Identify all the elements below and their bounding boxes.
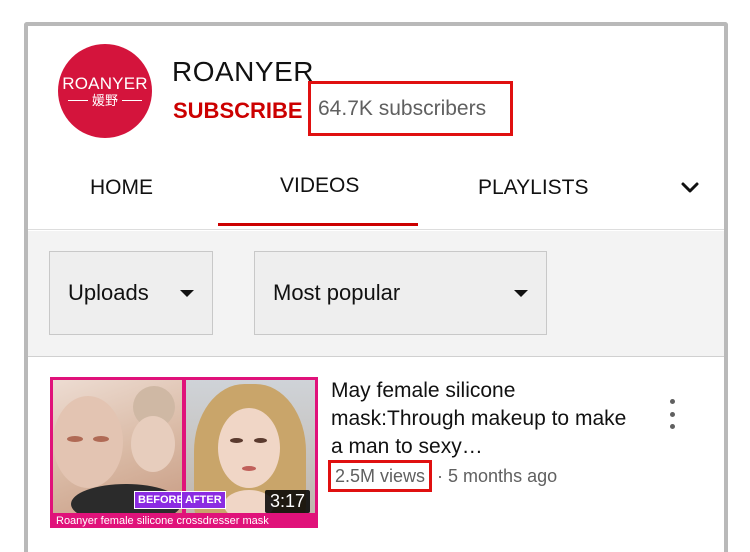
chevron-down-icon[interactable] [678,176,702,200]
face-shape [131,416,175,472]
sort-dropdown-label: Most popular [273,280,401,305]
thumbnail-caption: Roanyer female silicone crossdresser mas… [50,513,318,528]
sort-dropdown[interactable]: Most popular [254,251,547,335]
uploads-dropdown[interactable]: Uploads [49,251,213,335]
eye-shape [93,436,109,442]
tab-playlists[interactable]: PLAYLISTS [478,176,589,200]
video-list-item: BEFORE AFTER 3:17 Roanyer female silicon… [28,357,724,552]
more-dot [669,424,675,429]
uploads-dropdown-label: Uploads [68,280,149,305]
subscriber-count: 64.7K subscribers [318,96,487,120]
channel-page: ROANYER 媛野 ROANYER SUBSCRIBE 64.7K subsc… [24,22,728,552]
view-count: 2.5M views [335,465,426,486]
meta-separator: · [437,465,444,486]
avatar-sub-row: 媛野 [67,93,142,108]
tab-videos[interactable]: VIDEOS [280,174,359,198]
eye-shape [230,438,243,443]
caret-down-icon [514,289,528,297]
subscriber-count-highlight: 64.7K subscribers [308,81,513,136]
channel-name: ROANYER [172,56,314,87]
avatar-divider [122,100,142,101]
subscribe-button[interactable]: SUBSCRIBE [173,98,303,124]
filter-bar: Uploads Most popular [28,231,724,356]
video-meta: 2.5M views · 5 months ago [328,460,557,492]
video-title[interactable]: May female silicone mask:Through makeup … [331,377,631,461]
eye-shape [254,438,267,443]
tabs-divider [28,229,724,230]
upload-age: 5 months ago [448,465,558,486]
after-label: AFTER [181,491,226,509]
selected-tab-indicator [218,223,418,226]
more-dot [669,411,675,417]
caret-down-icon [180,289,194,297]
channel-avatar[interactable]: ROANYER 媛野 [58,44,152,138]
eye-shape [67,436,83,442]
before-label: BEFORE [134,491,188,509]
video-duration: 3:17 [264,490,310,513]
lips-shape [242,466,256,471]
avatar-brand-text: ROANYER [62,74,148,93]
more-dot [669,399,675,404]
mask-face-shape [53,396,123,488]
avatar-cjk-text: 媛野 [91,93,118,108]
tab-home[interactable]: HOME [90,176,153,200]
views-highlight: 2.5M views [328,460,433,492]
avatar-divider [67,100,88,101]
video-thumbnail[interactable]: BEFORE AFTER 3:17 Roanyer female silicon… [50,377,318,528]
face-shape [218,408,280,488]
more-options-icon[interactable] [662,397,682,431]
